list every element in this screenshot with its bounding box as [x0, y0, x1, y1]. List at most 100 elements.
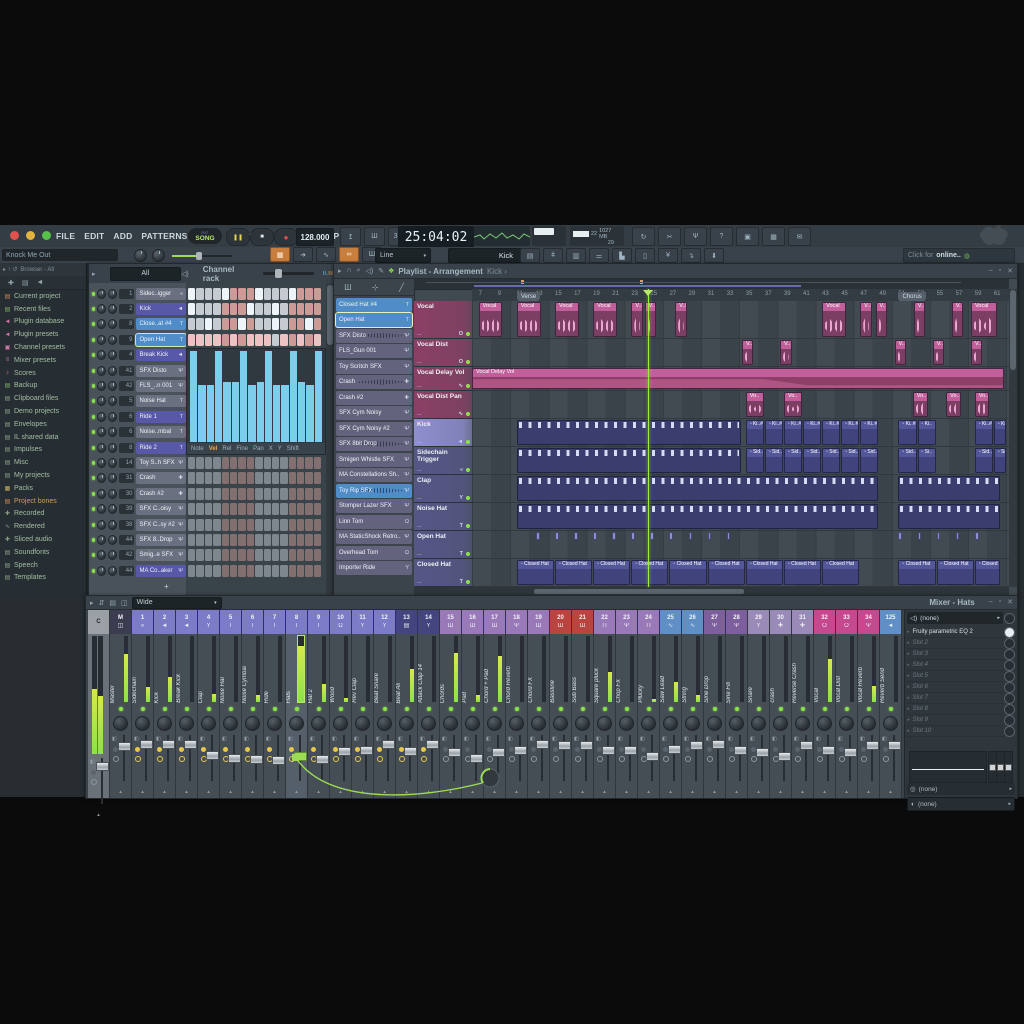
- top-tool-button-2[interactable]: Ψ: [684, 227, 707, 246]
- playlist-tool-0[interactable]: ▸: [338, 267, 342, 275]
- step-cell[interactable]: [230, 519, 237, 531]
- graph-tab-note[interactable]: Note: [191, 446, 204, 452]
- velocity-bar[interactable]: [257, 382, 264, 443]
- step-cell[interactable]: [289, 303, 296, 315]
- edit-tool-2[interactable]: ∿: [316, 247, 336, 262]
- strip-route-arrow[interactable]: ▴: [330, 785, 351, 798]
- channel-pan-knob[interactable]: [97, 535, 106, 545]
- clip-audio[interactable]: V..: [780, 340, 791, 365]
- clip-mini[interactable]: [918, 532, 922, 540]
- strip-fader-zone[interactable]: ◧: [792, 733, 813, 785]
- playlist-track-lane[interactable]: VocalVocalVocalVocalV..lV..lV..lVocalV..…: [472, 301, 1009, 339]
- playlist-track-header[interactable]: Open Hat...T: [414, 531, 472, 559]
- volume-fader[interactable]: [272, 756, 285, 765]
- strip-body[interactable]: Noise Hat: [220, 634, 241, 704]
- strip-enable-led[interactable]: [779, 707, 783, 711]
- step-cell[interactable]: [213, 472, 220, 484]
- step-cell[interactable]: [314, 534, 321, 546]
- channel-enable-led[interactable]: [92, 399, 95, 403]
- step-cell[interactable]: [314, 334, 321, 346]
- step-cell[interactable]: [222, 519, 229, 531]
- strip-enable-led[interactable]: [361, 707, 365, 711]
- channel-volume-knob[interactable]: [108, 458, 117, 468]
- playlist-vscrollbar[interactable]: [1009, 289, 1017, 587]
- strip-enable-led[interactable]: [581, 707, 585, 711]
- strip-enable-led[interactable]: [339, 707, 343, 711]
- step-cell[interactable]: [238, 288, 245, 300]
- clip-audio[interactable]: Vo..: [746, 392, 764, 417]
- online-content-button[interactable]: Click for online.. ◍: [903, 248, 1015, 263]
- edit-tool-3[interactable]: ∞: [339, 247, 359, 262]
- strip-header[interactable]: 26∿: [682, 610, 703, 634]
- browser-item[interactable]: ▤Templates: [0, 572, 86, 585]
- strip-enable-led[interactable]: [471, 707, 475, 711]
- step-cell[interactable]: [205, 288, 212, 300]
- strip-header[interactable]: 29Y: [748, 610, 769, 634]
- step-cell[interactable]: [230, 503, 237, 515]
- volume-fader[interactable]: [448, 748, 461, 757]
- strip-pan-knob[interactable]: [883, 716, 898, 731]
- mixer-strip-snare[interactable]: 29YSnare◧▴: [748, 610, 770, 798]
- step-cell[interactable]: [305, 318, 312, 330]
- strip-fader-zone[interactable]: ◧: [858, 733, 879, 785]
- strip-route-arrow[interactable]: ▴: [352, 785, 373, 798]
- step-cell[interactable]: [280, 488, 287, 500]
- strip-fader-zone[interactable]: ◧: [770, 733, 791, 785]
- step-cell[interactable]: [247, 288, 254, 300]
- picker-item[interactable]: Linn TomΩ: [336, 515, 412, 529]
- mixer-strip-master[interactable]: M◫Master◧▴: [110, 610, 132, 798]
- strip-route-arrow[interactable]: ▴: [220, 785, 241, 798]
- menu-edit[interactable]: EDIT: [84, 231, 104, 241]
- strip-fader-zone[interactable]: ◧: [88, 756, 109, 808]
- strip-enable-led[interactable]: [889, 707, 893, 711]
- strip-fader-zone[interactable]: ◧: [572, 733, 593, 785]
- playlist-track-header[interactable]: Sidechain Trigger...«: [414, 447, 472, 475]
- step-cell[interactable]: [196, 534, 203, 546]
- step-cell[interactable]: [264, 503, 271, 515]
- strip-enable-led[interactable]: [537, 707, 541, 711]
- step-cell[interactable]: [264, 457, 271, 469]
- clip-mini[interactable]: [937, 532, 941, 540]
- strip-header[interactable]: 2◄: [154, 610, 175, 634]
- mixer-strip-sub-bass[interactable]: 21ШSub Bass◧▴: [572, 610, 594, 798]
- strip-pan-knob[interactable]: [113, 716, 128, 731]
- step-cell[interactable]: [205, 519, 212, 531]
- step-cell[interactable]: [305, 519, 312, 531]
- step-cell[interactable]: [205, 303, 212, 315]
- step-cell[interactable]: [188, 549, 195, 561]
- step-cell[interactable]: [314, 303, 321, 315]
- channel-button[interactable]: Ride 1T: [136, 411, 186, 423]
- channel-button[interactable]: Crash✚: [136, 472, 186, 484]
- step-cell[interactable]: [230, 565, 237, 577]
- channel-row[interactable]: 39SFX C..oisyΨ: [89, 502, 186, 517]
- strip-fader-zone[interactable]: ◧: [110, 733, 131, 785]
- channel-button[interactable]: MA Co..akerΨ: [136, 565, 186, 577]
- step-cell[interactable]: [305, 334, 312, 346]
- strip-route-arrow[interactable]: ▴: [836, 785, 857, 798]
- volume-fader[interactable]: [800, 741, 813, 750]
- picker-item[interactable]: Stomper Lazer SFXΨ: [336, 499, 412, 513]
- strip-fader-zone[interactable]: ◧: [176, 733, 197, 785]
- channel-button[interactable]: Toy S..h SFXΨ: [136, 457, 186, 469]
- step-cell[interactable]: [213, 303, 220, 315]
- strip-body[interactable]: Beat All: [396, 634, 417, 704]
- channel-enable-led[interactable]: [92, 476, 95, 480]
- step-cell[interactable]: [280, 503, 287, 515]
- channel-volume-knob[interactable]: [108, 427, 117, 437]
- strip-route-arrow[interactable]: ▴: [374, 785, 395, 798]
- step-cell[interactable]: [297, 534, 304, 546]
- channel-mixer-number[interactable]: 5: [119, 396, 134, 406]
- strip-header[interactable]: 16Ш: [462, 610, 483, 634]
- velocity-bar[interactable]: [223, 382, 230, 443]
- strip-pan-knob[interactable]: [399, 716, 414, 731]
- strip-route-arrow[interactable]: ▴: [308, 785, 329, 798]
- menu-file[interactable]: FILE: [56, 231, 75, 241]
- strip-enable-led[interactable]: [207, 707, 211, 711]
- step-cell[interactable]: [230, 303, 237, 315]
- playlist-track-lane[interactable]: V..V..V..V..V..: [472, 339, 1009, 367]
- step-cell[interactable]: [247, 488, 254, 500]
- channel-button[interactable]: SFX C..oisyΨ: [136, 503, 186, 515]
- mixer-window-buttons[interactable]: Mixer - Hats –▫✕: [929, 598, 1013, 607]
- channel-pan-knob[interactable]: [97, 366, 106, 376]
- strip-enable-led[interactable]: [141, 707, 145, 711]
